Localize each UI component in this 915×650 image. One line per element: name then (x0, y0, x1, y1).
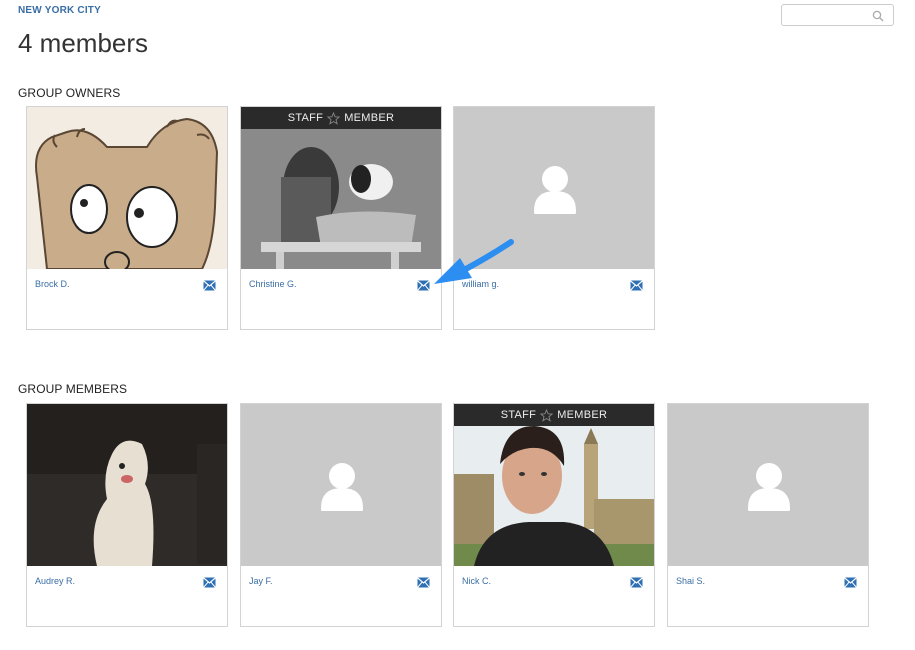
member-card[interactable]: Jay F. (240, 403, 442, 627)
member-card[interactable]: Brock D. (26, 106, 228, 330)
mail-icon[interactable] (203, 280, 216, 291)
search-input[interactable] (786, 6, 875, 26)
mail-icon[interactable] (630, 280, 643, 291)
mail-icon[interactable] (844, 577, 857, 588)
search-icon[interactable] (872, 10, 884, 22)
selfie-photo (454, 404, 654, 566)
mail-icon[interactable] (203, 577, 216, 588)
member-label: MEMBER (344, 112, 395, 124)
search-box[interactable] (781, 4, 894, 26)
member-photo[interactable]: STAFF MEMBER (241, 107, 441, 269)
member-photo[interactable] (241, 404, 441, 566)
member-photo[interactable] (27, 404, 227, 566)
group-owners-heading: GROUP OWNERS (18, 86, 121, 100)
mail-icon[interactable] (630, 577, 643, 588)
default-avatar-icon (668, 404, 868, 566)
member-card[interactable]: Shai S. (667, 403, 869, 627)
mail-icon[interactable] (417, 577, 430, 588)
member-photo[interactable] (668, 404, 868, 566)
member-card[interactable]: william g. (453, 106, 655, 330)
member-name[interactable]: Nick C. (462, 576, 491, 586)
member-name[interactable]: Christine G. (249, 279, 297, 289)
member-name[interactable]: Shai S. (676, 576, 705, 586)
member-photo[interactable]: STAFF MEMBER (454, 404, 654, 566)
pointer-arrow-icon (434, 239, 514, 284)
default-avatar-icon (241, 404, 441, 566)
staff-label: STAFF (287, 112, 324, 124)
member-name[interactable]: Brock D. (35, 279, 70, 289)
staff-label: STAFF (500, 409, 537, 421)
member-name[interactable]: Jay F. (249, 576, 273, 586)
member-card[interactable]: STAFF MEMBER Nick C. (453, 403, 655, 627)
mail-icon[interactable] (417, 280, 430, 291)
staff-member-badge: STAFF MEMBER (241, 107, 441, 129)
breadcrumb[interactable]: NEW YORK CITY (18, 5, 101, 16)
member-label: MEMBER (557, 409, 608, 421)
cartoon-dog-image (27, 107, 227, 269)
member-name[interactable]: Audrey R. (35, 576, 75, 586)
member-card[interactable]: Audrey R. (26, 403, 228, 627)
group-members-heading: GROUP MEMBERS (18, 382, 128, 396)
star-icon (540, 408, 554, 422)
staff-member-badge: STAFF MEMBER (454, 404, 654, 426)
member-photo[interactable] (27, 107, 227, 269)
white-dog-photo (27, 404, 227, 566)
member-card[interactable]: STAFF MEMBER Christine G. (240, 106, 442, 330)
vintage-dogs-photo (241, 107, 441, 269)
page-title: 4 members (18, 28, 149, 58)
star-icon (327, 111, 341, 125)
